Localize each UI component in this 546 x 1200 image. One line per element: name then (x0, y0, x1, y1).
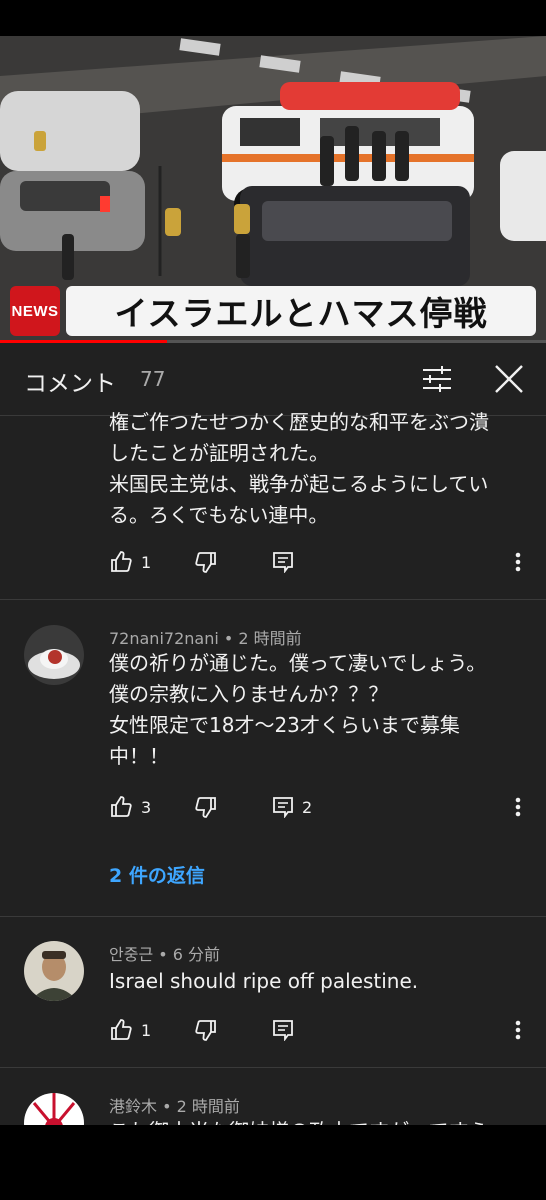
filter-icon[interactable] (420, 363, 454, 395)
status-bar (0, 0, 546, 36)
news-logo: NEWS (10, 286, 60, 336)
comment-line: したことが証明された。 (109, 441, 329, 465)
comment-line: 米国民主党は、戦争が起こるようにしてい (109, 472, 489, 496)
reply-button[interactable] (272, 547, 294, 577)
comment-divider (0, 916, 546, 917)
more-vert-icon[interactable] (508, 1015, 528, 1045)
like-button[interactable]: 3 (109, 792, 151, 822)
thumb-down-icon (195, 797, 216, 818)
like-count: 3 (141, 797, 152, 817)
comment-line: これ御本当な御妹様の政土ですが、ですら (109, 1116, 529, 1125)
reply-button[interactable]: 2 (272, 792, 312, 822)
reply-count: 2 (302, 797, 313, 817)
meta-separator: • (157, 1097, 177, 1116)
comment-line: 女性限定で18才〜23才くらいまで募集 (109, 713, 460, 737)
thumb-down-icon (195, 1020, 216, 1041)
thumb-up-icon (111, 796, 132, 817)
avatar[interactable] (24, 941, 84, 1001)
comment-actions: 3 2 (0, 792, 546, 822)
like-button[interactable]: 1 (109, 1015, 151, 1045)
close-icon[interactable] (492, 363, 526, 395)
comment-text: Israel should ripe off palestine. (109, 966, 529, 997)
comment-divider (0, 1067, 546, 1068)
comment-text: 権ご作つたせつかく歴史的な和平をぶつ潰 したことが証明された。 米国民主党は、戦… (109, 407, 529, 531)
video-player[interactable]: NEWS イスラエルとハマス停戦 (0, 36, 546, 342)
news-headline: イスラエルとハマス停戦 (66, 286, 536, 336)
comment-line: 僕の宗教に入りませんか？？？ (109, 682, 389, 706)
like-count: 1 (141, 552, 152, 572)
comment-actions: 1 (0, 547, 546, 577)
comment-line: Israel should ripe off palestine. (109, 969, 419, 993)
system-nav-bar (0, 1125, 546, 1200)
comment-line: 僕の祈りが通じた。僕って凄いでしょう。 (109, 651, 487, 675)
meta-separator: • (218, 629, 239, 648)
comments-count: 77 (140, 367, 166, 391)
view-replies-link[interactable]: 2 件の返信 (109, 861, 205, 888)
comment-line: 権ご作つたせつかく歴史的な和平をぶつ潰 (109, 410, 489, 434)
avatar[interactable] (24, 1093, 84, 1125)
comment-time: 2 時間前 (176, 1097, 240, 1116)
comment-divider (0, 599, 546, 600)
more-vert-icon[interactable] (508, 792, 528, 822)
reply-button[interactable] (272, 1015, 294, 1045)
more-vert-icon[interactable] (508, 547, 528, 577)
comments-header: コメント 77 (0, 343, 546, 416)
comment-author[interactable]: 안중근 (109, 945, 153, 964)
comment-meta: 안중근 • 6 分前 (109, 941, 220, 965)
comment-time: 2 時間前 (238, 629, 302, 648)
comment-text: これ御本当な御妹様の政土ですが、ですら (109, 1116, 529, 1125)
comment-actions: 1 (0, 1015, 546, 1045)
comment-text: 僕の祈りが通じた。僕って凄いでしょう。 僕の宗教に入りませんか？？？ 女性限定で… (109, 648, 529, 772)
news-banner: NEWS イスラエルとハマス停戦 (0, 282, 546, 340)
comment-meta: 港鈴木 • 2 時間前 (109, 1093, 240, 1117)
reply-icon (273, 797, 293, 818)
reply-icon (273, 1020, 293, 1041)
avatar[interactable] (24, 625, 84, 685)
comment-line: る。ろくでもない連中。 (109, 503, 329, 527)
dislike-button[interactable] (194, 792, 218, 822)
like-count: 1 (141, 1020, 152, 1040)
comment-meta: 72nani72nani • 2 時間前 (109, 625, 302, 649)
comments-title: コメント (24, 371, 116, 397)
comment-line: 中！！ (109, 744, 169, 768)
comment-author[interactable]: 72nani72nani (109, 629, 219, 648)
meta-separator: • (153, 945, 173, 964)
dislike-button[interactable] (194, 547, 218, 577)
comment-time: 6 分前 (172, 945, 221, 964)
thumb-down-icon (195, 552, 216, 573)
dislike-button[interactable] (194, 1015, 218, 1045)
comments-panel: コメント 77 権ご作つたせつかく歴史的な和平をぶつ潰 したことが証明された。 … (0, 343, 546, 1125)
thumb-up-icon (111, 1019, 132, 1040)
comment-author[interactable]: 港鈴木 (109, 1097, 157, 1116)
reply-icon (273, 552, 293, 573)
thumb-up-icon (111, 551, 132, 572)
like-button[interactable]: 1 (109, 547, 151, 577)
